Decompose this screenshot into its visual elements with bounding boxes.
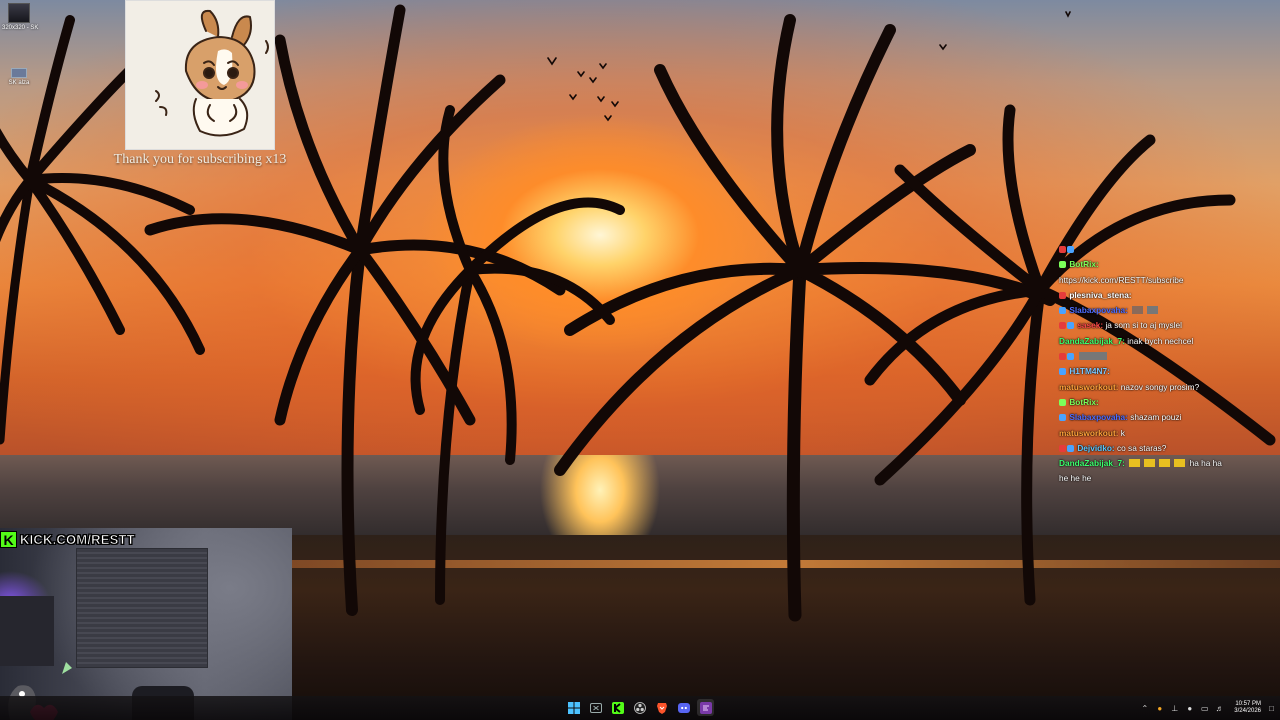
heart-emote-icon	[1159, 459, 1171, 468]
chat-text: co sa staras?	[1116, 442, 1167, 453]
taskbar-clock[interactable]: 10:57 PM 3/24/2026	[1234, 701, 1261, 715]
heart-emote-icon	[1144, 459, 1156, 468]
subscriber-badge-icon	[1067, 246, 1074, 253]
chat-message: BotRix:	[1059, 395, 1229, 410]
desktop-shortcut-320x320[interactable]: 320x320 - SK	[2, 3, 39, 31]
taskbar-app-discord[interactable]	[675, 699, 692, 716]
chat-username: DandaZabijak_7:	[1059, 335, 1125, 346]
taskbar: ⌃ ● ⊥ ● ▭ ♬ 10:57 PM 3/24/2026 □	[0, 696, 1280, 720]
chat-message: BotRix:	[1059, 257, 1229, 272]
taskbar-app-streamer[interactable]	[697, 699, 714, 716]
chat-text: k	[1120, 427, 1125, 438]
chat-message: matusworkout: nazov songy prosim?	[1059, 380, 1229, 395]
chat-username: BotRix:	[1069, 396, 1099, 407]
desktop-shortcut-label: SK alza	[8, 80, 30, 86]
chat-username: Slabaxpovaha:	[1069, 412, 1128, 423]
corgi-sticker-icon	[155, 9, 269, 137]
subscription-alert-message: Thank you for subscribing x13	[113, 152, 287, 167]
clock-time: 10:57 PM	[1235, 701, 1261, 707]
subscriber-badge-icon	[1059, 307, 1066, 315]
bot-badge-icon	[1059, 398, 1066, 406]
moderator-badge-icon	[1059, 444, 1066, 452]
chat-text: shazam pouzi	[1130, 412, 1182, 423]
windows-start-icon	[567, 701, 580, 714]
emote-icon	[1132, 306, 1144, 315]
chat-message: Slabaxpovaha:	[1059, 303, 1229, 318]
subscriber-badge-icon	[1059, 414, 1066, 422]
chat-text: ja som si to aj myslel	[1105, 320, 1183, 331]
webcam-feed	[0, 528, 292, 720]
chat-message: DandaZabijak_7: ha ha ha he he he	[1059, 456, 1229, 487]
system-tray: ⌃ ● ⊥ ● ▭ ♬ 10:57 PM 3/24/2026 □	[1140, 700, 1276, 716]
chat-message: H1TM4N7:	[1059, 364, 1229, 379]
chat-message	[1059, 242, 1229, 257]
chat-username: sasek:	[1077, 320, 1104, 331]
streamer-app-icon	[699, 701, 712, 714]
moderator-badge-icon	[1059, 291, 1066, 299]
chat-message: plesniva_stena:	[1059, 288, 1229, 303]
chevron-up-icon[interactable]: ⌃	[1140, 704, 1149, 713]
notification-bell-icon[interactable]: □	[1267, 704, 1276, 713]
subscriber-badge-icon	[1067, 444, 1074, 452]
chat-username: H1TM4N7:	[1069, 366, 1110, 377]
chat-message: DandaZabijak_7: inak bych nechcel	[1059, 334, 1229, 349]
bot-badge-icon	[1059, 261, 1066, 269]
document-icon	[11, 68, 27, 78]
chat-message: Dejvidko: co sa staras?	[1059, 441, 1229, 456]
desktop-shortcut-label: 320x320 - SK	[2, 25, 39, 31]
moderator-badge-icon	[1059, 246, 1066, 253]
chat-username: matusworkout:	[1059, 427, 1119, 438]
subscriber-badge-icon	[1067, 353, 1074, 361]
taskbar-app-obs[interactable]	[631, 699, 648, 716]
kick-logo-icon: K	[0, 531, 17, 548]
discord-icon	[677, 702, 690, 713]
chat-message: matusworkout: k	[1059, 426, 1229, 441]
emote-icon	[1079, 352, 1108, 361]
chat-message: sasek: ja som si to aj myslel	[1059, 318, 1229, 333]
heart-emote-icon	[1174, 459, 1186, 468]
emote-icon	[1147, 306, 1159, 315]
kick-channel-banner: K KICK.COM/RESTT	[0, 530, 135, 549]
taskbar-app-xbox[interactable]	[587, 699, 604, 716]
chat-username: Dejvidko:	[1077, 442, 1115, 453]
chat-username: plesniva_stena:	[1069, 289, 1132, 300]
usb-icon[interactable]: ⊥	[1170, 704, 1179, 713]
heart-emote-icon	[1129, 459, 1141, 468]
chat-overlay: BotRix: https://kick.com/RESTT/subscribe…	[1059, 242, 1229, 487]
chat-username: Slabaxpovaha:	[1069, 305, 1128, 316]
subscriber-badge-icon	[1067, 322, 1074, 330]
subscriber-badge-icon	[1059, 368, 1066, 376]
xbox-icon	[589, 702, 602, 713]
chat-message: https://kick.com/RESTT/subscribe	[1059, 273, 1229, 288]
obs-icon	[633, 701, 646, 714]
chat-username: DandaZabijak_7:	[1059, 458, 1125, 469]
taskbar-app-brave[interactable]	[653, 699, 670, 716]
chat-text: https://kick.com/RESTT/subscribe	[1059, 274, 1184, 285]
chat-text: inak bych nechcel	[1127, 335, 1194, 346]
microphone-icon[interactable]: ●	[1185, 704, 1194, 713]
subscription-alert-image	[125, 0, 275, 150]
kick-icon	[611, 701, 624, 714]
file-thumbnail-icon	[8, 3, 30, 23]
start-button[interactable]	[565, 699, 582, 716]
volume-icon[interactable]: ♬	[1215, 704, 1224, 713]
webcam-window-blind	[76, 548, 208, 668]
chat-username: BotRix:	[1069, 259, 1099, 270]
moderator-badge-icon	[1059, 353, 1066, 361]
tray-app-icon[interactable]: ●	[1155, 704, 1164, 713]
kick-channel-url: KICK.COM/RESTT	[20, 532, 135, 548]
clock-date: 3/24/2026	[1234, 708, 1261, 714]
taskbar-apps	[565, 699, 714, 717]
chat-message	[1059, 349, 1229, 364]
desktop-shortcut-sk-alza[interactable]: SK alza	[2, 68, 36, 86]
moderator-badge-icon	[1059, 322, 1066, 330]
chat-message: Slabaxpovaha: shazam pouzi	[1059, 410, 1229, 425]
taskbar-app-kick[interactable]	[609, 699, 626, 716]
chat-text: nazov songy prosim?	[1120, 381, 1200, 392]
network-icon[interactable]: ▭	[1200, 704, 1209, 713]
chat-username: matusworkout:	[1059, 381, 1119, 392]
brave-browser-icon	[656, 702, 667, 714]
